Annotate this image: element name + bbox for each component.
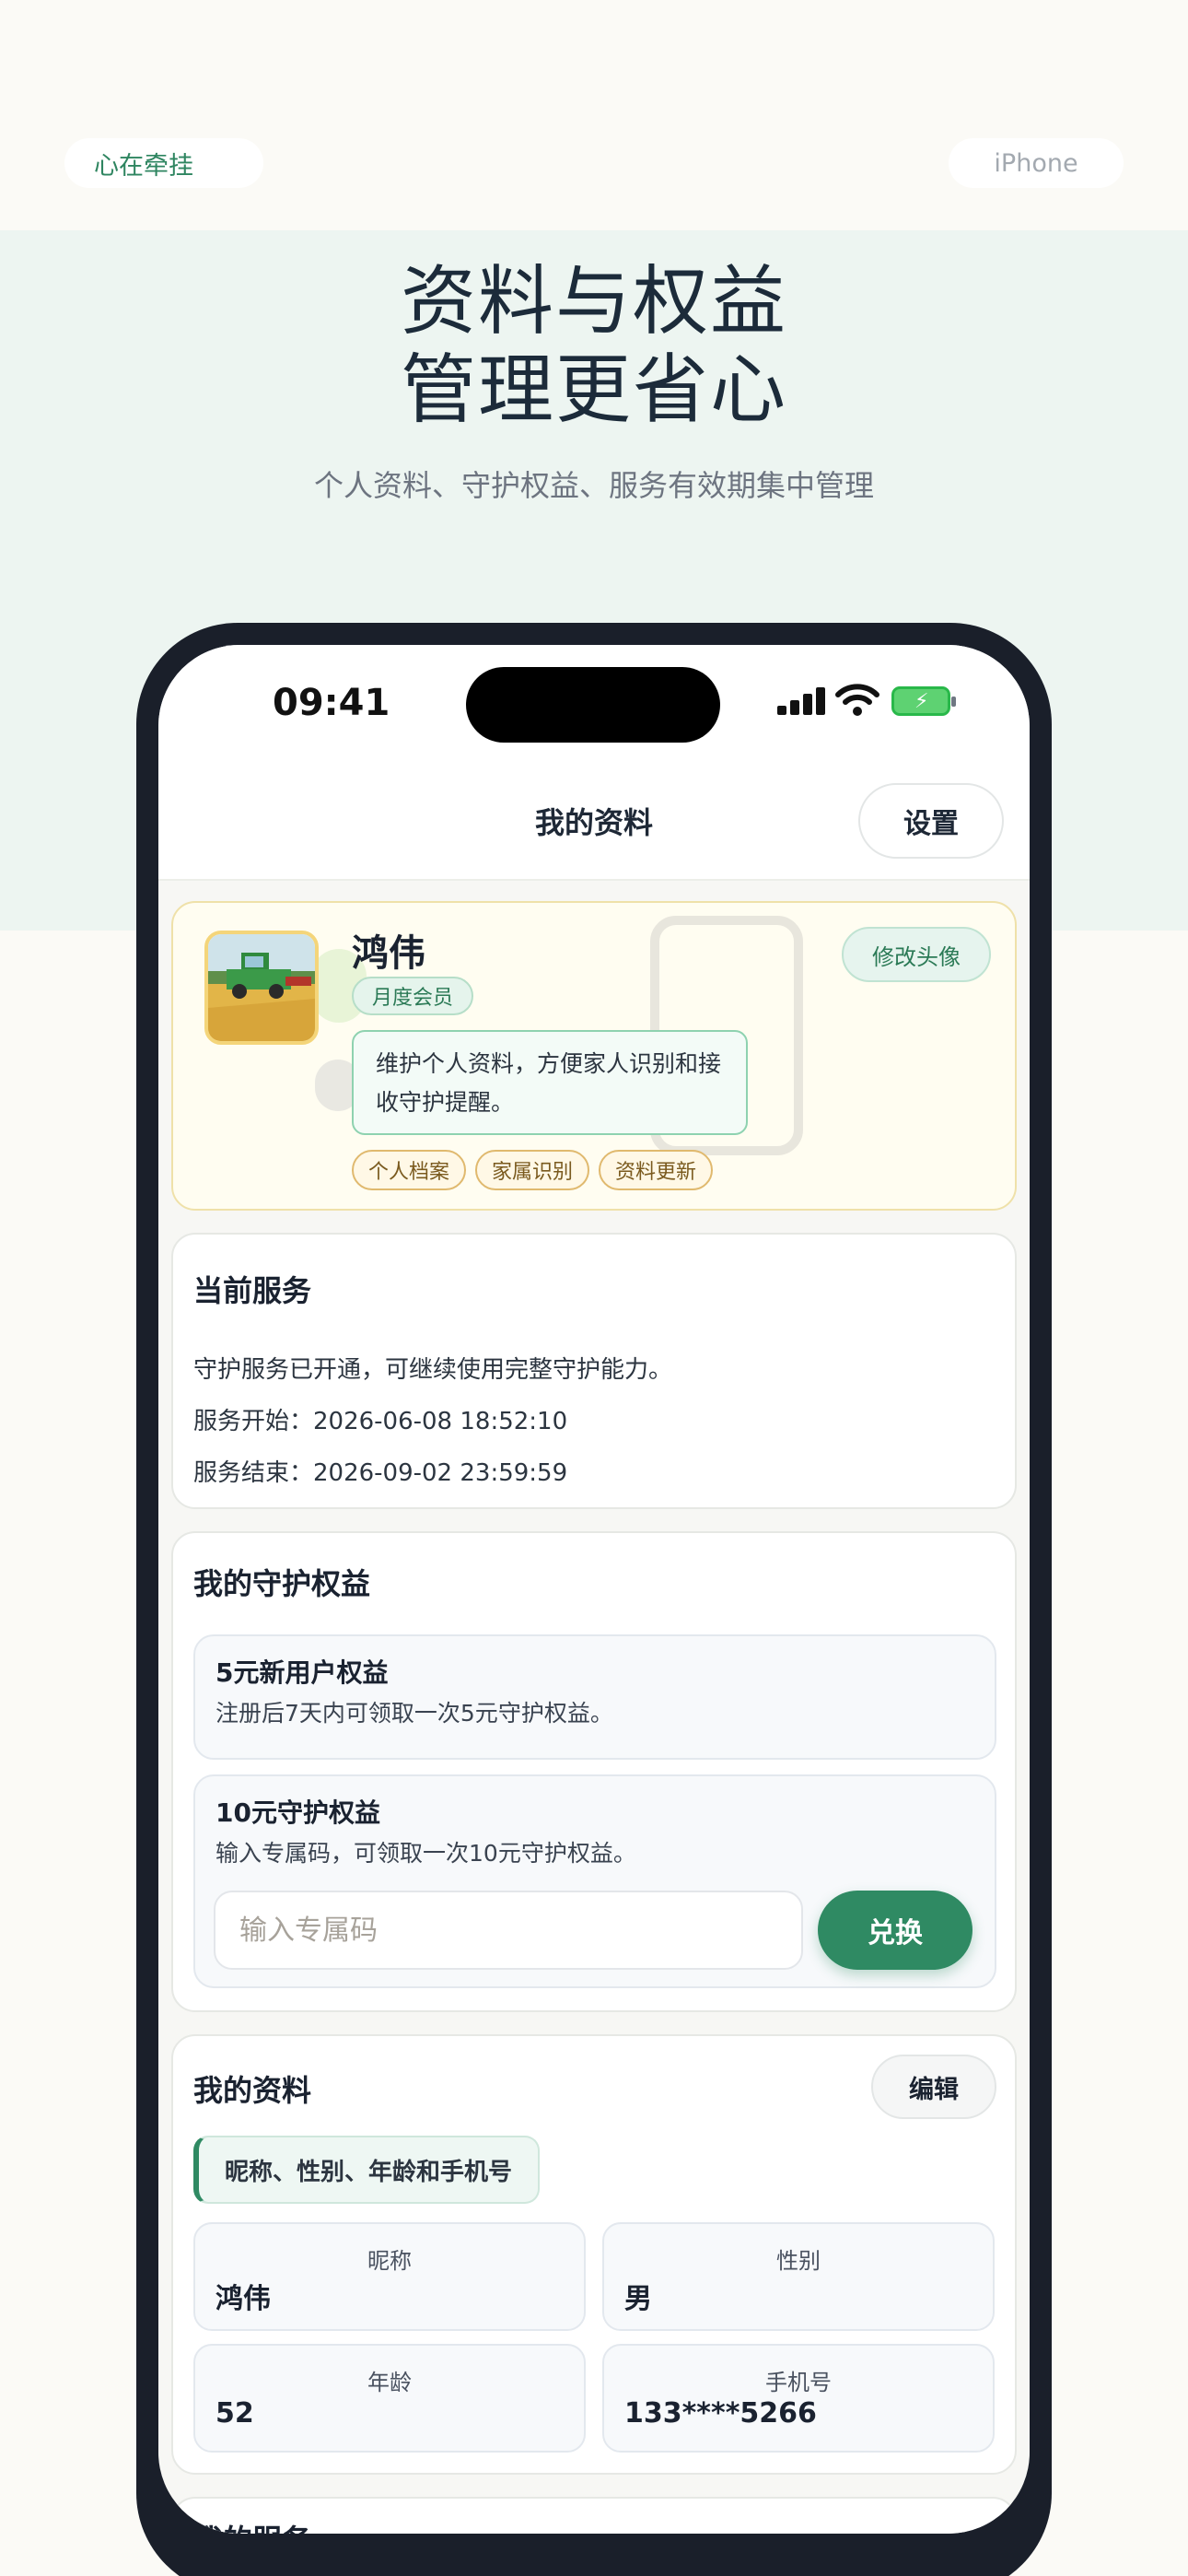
right-item-desc: 输入专属码，可领取一次10元守护权益。 — [215, 1840, 636, 1867]
signal-icon — [777, 687, 827, 715]
service-start-time: 服务开始：2026-06-08 18:52:10 — [193, 1408, 568, 1435]
battery-charging-icon: ⚡ — [891, 686, 956, 716]
headline-line-2: 管理更省心 — [400, 346, 787, 434]
field-value: 133****5266 — [624, 2397, 817, 2430]
my-info-hint: 昵称、性别、年龄和手机号 — [193, 2136, 541, 2204]
edit-button[interactable]: 编辑 — [871, 2055, 996, 2119]
brand-pill: 心在牵挂 — [64, 138, 263, 188]
profile-tag: 资料更新 — [599, 1150, 714, 1190]
my-service-title: 我的服务 — [193, 2517, 311, 2534]
service-status-text: 守护服务已开通，可继续使用完整守护能力。 — [193, 1356, 673, 1384]
my-service-card: 我的服务 — [171, 2497, 1017, 2534]
field-age: 年龄 52 — [193, 2344, 586, 2453]
my-info-title: 我的资料 — [193, 2073, 312, 2108]
rights-card: 我的守护权益 5元新用户权益 注册后7天内可领取一次5元守护权益。 10元守护权… — [171, 1531, 1017, 2012]
rights-title: 我的守护权益 — [193, 1566, 371, 1601]
redeem-button[interactable]: 兑换 — [818, 1891, 973, 1970]
harvester-photo — [208, 934, 315, 1041]
field-label: 昵称 — [367, 2248, 412, 2274]
field-value: 鸿伟 — [215, 2283, 271, 2315]
change-avatar-button[interactable]: 修改头像 — [842, 927, 991, 982]
field-label: 年龄 — [367, 2370, 412, 2395]
right-item-new-user: 5元新用户权益 注册后7天内可领取一次5元守护权益。 — [193, 1634, 996, 1760]
right-item-desc: 注册后7天内可领取一次5元守护权益。 — [215, 1700, 613, 1727]
status-bar: 09:41 ⚡ — [158, 645, 1030, 765]
membership-badge: 月度会员 — [352, 977, 474, 1015]
field-label: 性别 — [776, 2248, 821, 2274]
field-phone: 手机号 133****5266 — [602, 2344, 995, 2453]
device-pill: iPhone — [949, 138, 1124, 188]
my-info-card: 我的资料 编辑 昵称、性别、年龄和手机号 昵称 鸿伟 性别 男 年龄 52 手机… — [171, 2034, 1017, 2475]
profile-card: 鸿伟 月度会员 维护个人资料，方便家人识别和接收守护提醒。 个人档案 家属识别 … — [171, 901, 1017, 1211]
avatar[interactable] — [204, 931, 319, 1045]
settings-button[interactable]: 设置 — [858, 783, 1004, 859]
profile-name: 鸿伟 — [352, 932, 425, 975]
profile-description: 维护个人资料，方便家人识别和接收守护提醒。 — [352, 1030, 748, 1135]
service-end-time: 服务结束：2026-09-02 23:59:59 — [193, 1459, 568, 1487]
right-item-code: 10元守护权益 输入专属码，可领取一次10元守护权益。 兑换 — [193, 1774, 996, 1988]
wifi-icon — [835, 684, 879, 716]
field-gender: 性别 男 — [602, 2222, 995, 2331]
exclusive-code-input[interactable] — [214, 1891, 803, 1970]
dynamic-island — [466, 667, 720, 743]
service-title: 当前服务 — [193, 1273, 312, 1308]
right-item-title: 10元守护权益 — [215, 1797, 380, 1828]
profile-tag: 个人档案 — [352, 1150, 467, 1190]
navigation-bar: 我的资料 设置 — [158, 765, 1030, 881]
profile-tags: 个人档案 家属识别 资料更新 — [352, 1150, 714, 1190]
field-value: 52 — [215, 2397, 254, 2430]
profile-tag: 家属识别 — [475, 1150, 590, 1190]
field-label: 手机号 — [765, 2370, 832, 2395]
headline-line-1: 资料与权益 — [400, 258, 787, 345]
field-value: 男 — [624, 2283, 652, 2315]
phone-screen: 09:41 ⚡ 我的资料 设置 鸿伟 月度会员 维护个人资料，方便家人识别和接收… — [158, 645, 1030, 2534]
right-item-title: 5元新用户权益 — [215, 1657, 389, 1688]
status-time: 09:41 — [273, 682, 390, 724]
field-nickname: 昵称 鸿伟 — [193, 2222, 586, 2331]
current-service-card: 当前服务 守护服务已开通，可继续使用完整守护能力。 服务开始：2026-06-0… — [171, 1233, 1017, 1509]
hero-subtitle: 个人资料、守护权益、服务有效期集中管理 — [313, 468, 874, 503]
